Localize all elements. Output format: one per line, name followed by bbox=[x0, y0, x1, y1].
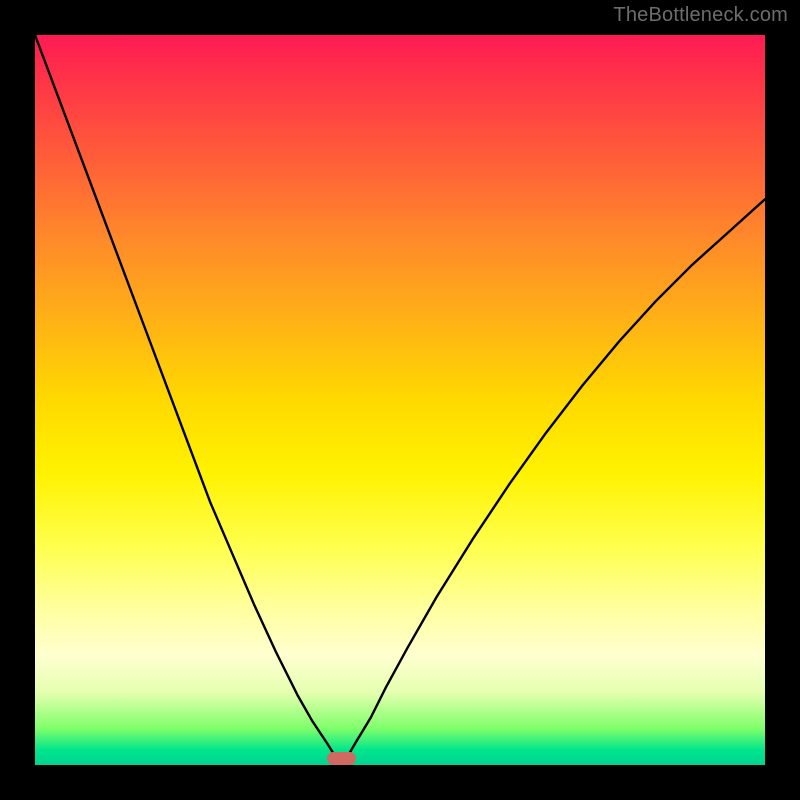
bottleneck-curve bbox=[35, 35, 765, 765]
plot-area bbox=[35, 35, 765, 765]
optimal-marker bbox=[327, 752, 356, 765]
watermark: TheBottleneck.com bbox=[613, 4, 788, 27]
chart-frame: TheBottleneck.com bbox=[0, 0, 800, 800]
